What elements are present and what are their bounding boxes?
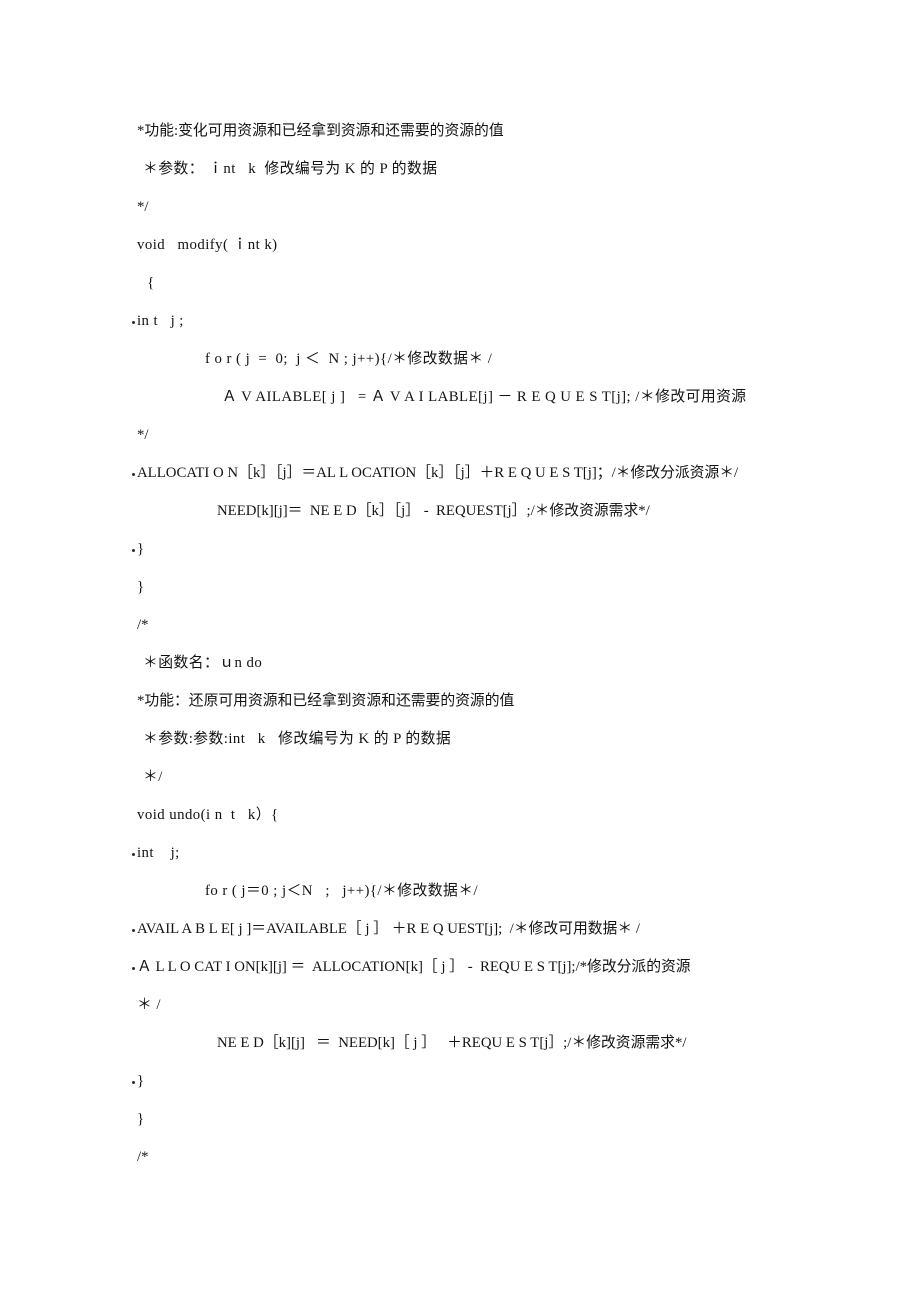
code-line-text: int j; (137, 845, 180, 861)
code-line: void undo(i n t k）{ (137, 796, 837, 834)
code-line-text: } (137, 1073, 145, 1089)
code-line: in t j ; (132, 302, 837, 340)
code-line-text: */ (137, 427, 149, 443)
code-line-text: in t j ; (137, 313, 184, 329)
code-line: ＊参数： ｉnt k 修改编号为 K 的 P 的数据 (137, 150, 837, 188)
code-line: *功能:变化可用资源和已经拿到资源和还需要的资源的值 (137, 112, 837, 150)
code-line: ＊参数:参数:int k 修改编号为 K 的 P 的数据 (137, 720, 837, 758)
code-line-text: /* (137, 617, 149, 633)
code-line: ALLOCATI O N［k］［j］＝AL L OCATION［k］［j］＋R … (132, 454, 837, 492)
code-line-text: NE E D［k][j] ＝ NEED[k]［ j ］ ＋REQU E S T[… (217, 1035, 687, 1051)
code-line-text: ＊参数:参数:int k 修改编号为 K 的 P 的数据 (143, 731, 452, 747)
code-line-text: *功能:变化可用资源和已经拿到资源和还需要的资源的值 (137, 123, 504, 139)
code-line-text: ＊/ (143, 769, 163, 785)
code-line: void modify( ｉnt k) (137, 226, 837, 264)
code-line: f o r ( j = 0; j ＜ N ; j++){/＊修改数据＊ / (137, 340, 837, 378)
code-line-text: ALLOCATI O N［k］［j］＝AL L OCATION［k］［j］＋R … (137, 465, 739, 481)
code-line-text: } (137, 579, 145, 595)
code-listing-body: *功能:变化可用资源和已经拿到资源和还需要的资源的值 ＊参数： ｉnt k 修改编… (132, 112, 837, 1176)
code-line: } (137, 568, 837, 606)
code-line: int j; (132, 834, 837, 872)
code-line-text: void modify( ｉnt k) (137, 237, 278, 253)
code-line: } (137, 1100, 837, 1138)
code-line-text: Ａ V AILABLE[ j ] = Ａ V A I LABLE[j] － R … (222, 389, 747, 405)
code-line: */ (137, 416, 837, 454)
code-line: ＊函数名：ｕn do (137, 644, 837, 682)
code-line-text: { (143, 275, 155, 291)
code-line: } (132, 530, 837, 568)
code-line-text: ＊ / (137, 997, 161, 1013)
code-line-text: void undo(i n t k）{ (137, 807, 279, 823)
code-line: Ａ V AILABLE[ j ] = Ａ V A I LABLE[j] － R … (137, 378, 837, 416)
document-page: *功能:变化可用资源和已经拿到资源和还需要的资源的值 ＊参数： ｉnt k 修改编… (0, 0, 920, 1302)
code-line-text: } (137, 1111, 145, 1127)
code-line: /* (137, 1138, 837, 1176)
code-line: NE E D［k][j] ＝ NEED[k]［ j ］ ＋REQU E S T[… (137, 1024, 837, 1062)
code-line-text: AVAIL A B L E[ j ]＝AVAILABLE［ j ］ ＋R E Q… (137, 921, 640, 937)
code-line-text: f o r ( j = 0; j ＜ N ; j++){/＊修改数据＊ / (205, 351, 493, 367)
code-line-text: /* (137, 1149, 149, 1165)
code-line-text: } (137, 541, 145, 557)
code-line-text: NEED[k][j]＝ NE E D［k］［j］ - REQUEST[j］;/＊… (217, 503, 650, 519)
code-line: ＊/ (137, 758, 837, 796)
code-line-text: ＊函数名：ｕn do (143, 655, 263, 671)
code-line-text: */ (137, 199, 149, 215)
code-line-text: *功能：还原可用资源和已经拿到资源和还需要的资源的值 (137, 693, 515, 709)
code-line: *功能：还原可用资源和已经拿到资源和还需要的资源的值 (137, 682, 837, 720)
code-line: fo r ( j＝0 ; j＜N ; j++){/＊修改数据＊/ (137, 872, 837, 910)
code-line: } (132, 1062, 837, 1100)
code-line-text: Ａ L L O CAT I ON[k][j] ＝ ALLOCATION[k]［ … (137, 959, 691, 975)
code-line: { (137, 264, 837, 302)
code-line-text: fo r ( j＝0 ; j＜N ; j++){/＊修改数据＊/ (205, 883, 479, 899)
code-line: ＊ / (137, 986, 837, 1024)
code-line: */ (137, 188, 837, 226)
code-line: Ａ L L O CAT I ON[k][j] ＝ ALLOCATION[k]［ … (132, 948, 837, 986)
code-line-text: ＊参数： ｉnt k 修改编号为 K 的 P 的数据 (143, 161, 438, 177)
code-line: AVAIL A B L E[ j ]＝AVAILABLE［ j ］ ＋R E Q… (132, 910, 837, 948)
code-line: /* (137, 606, 837, 644)
code-line: NEED[k][j]＝ NE E D［k］［j］ - REQUEST[j］;/＊… (137, 492, 837, 530)
